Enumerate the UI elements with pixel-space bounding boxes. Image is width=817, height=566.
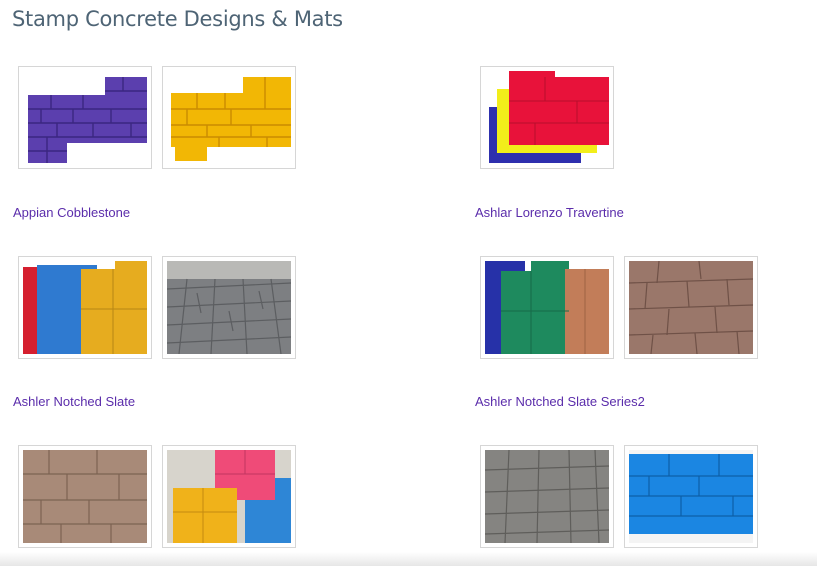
product-link-ashler-notched-slate-series2[interactable]: Ashler Notched Slate Series2	[475, 394, 645, 409]
product-link-ashler-notched-slate[interactable]: Ashler Notched Slate	[13, 394, 135, 409]
thumb-ashlar-lorenzo-travertine-mats[interactable]	[480, 66, 614, 169]
thumb-ashler-notched-slate-mats[interactable]	[18, 256, 152, 359]
thumb-ashler-notched-slate-series2-floor-photo[interactable]	[624, 256, 758, 359]
thumb-appian-cobblestone-yellow-mat[interactable]	[162, 66, 296, 169]
thumb-appian-cobblestone-purple-mat[interactable]	[18, 66, 152, 169]
thumb-row3-right-blue-mat[interactable]	[624, 445, 758, 548]
thumb-row3-right-floor-photo[interactable]	[480, 445, 614, 548]
page-title: Stamp Concrete Designs & Mats	[12, 7, 343, 31]
bottom-scroll-fade	[0, 552, 817, 566]
thumb-ashler-notched-slate-series2-mats[interactable]	[480, 256, 614, 359]
product-link-appian-cobblestone[interactable]: Appian Cobblestone	[13, 205, 130, 220]
thumb-ashler-notched-slate-floor-photo[interactable]	[162, 256, 296, 359]
thumb-row3-left-floor-photo[interactable]	[18, 445, 152, 548]
thumb-row3-left-colored-mats[interactable]	[162, 445, 296, 548]
product-link-ashlar-lorenzo-travertine[interactable]: Ashlar Lorenzo Travertine	[475, 205, 624, 220]
